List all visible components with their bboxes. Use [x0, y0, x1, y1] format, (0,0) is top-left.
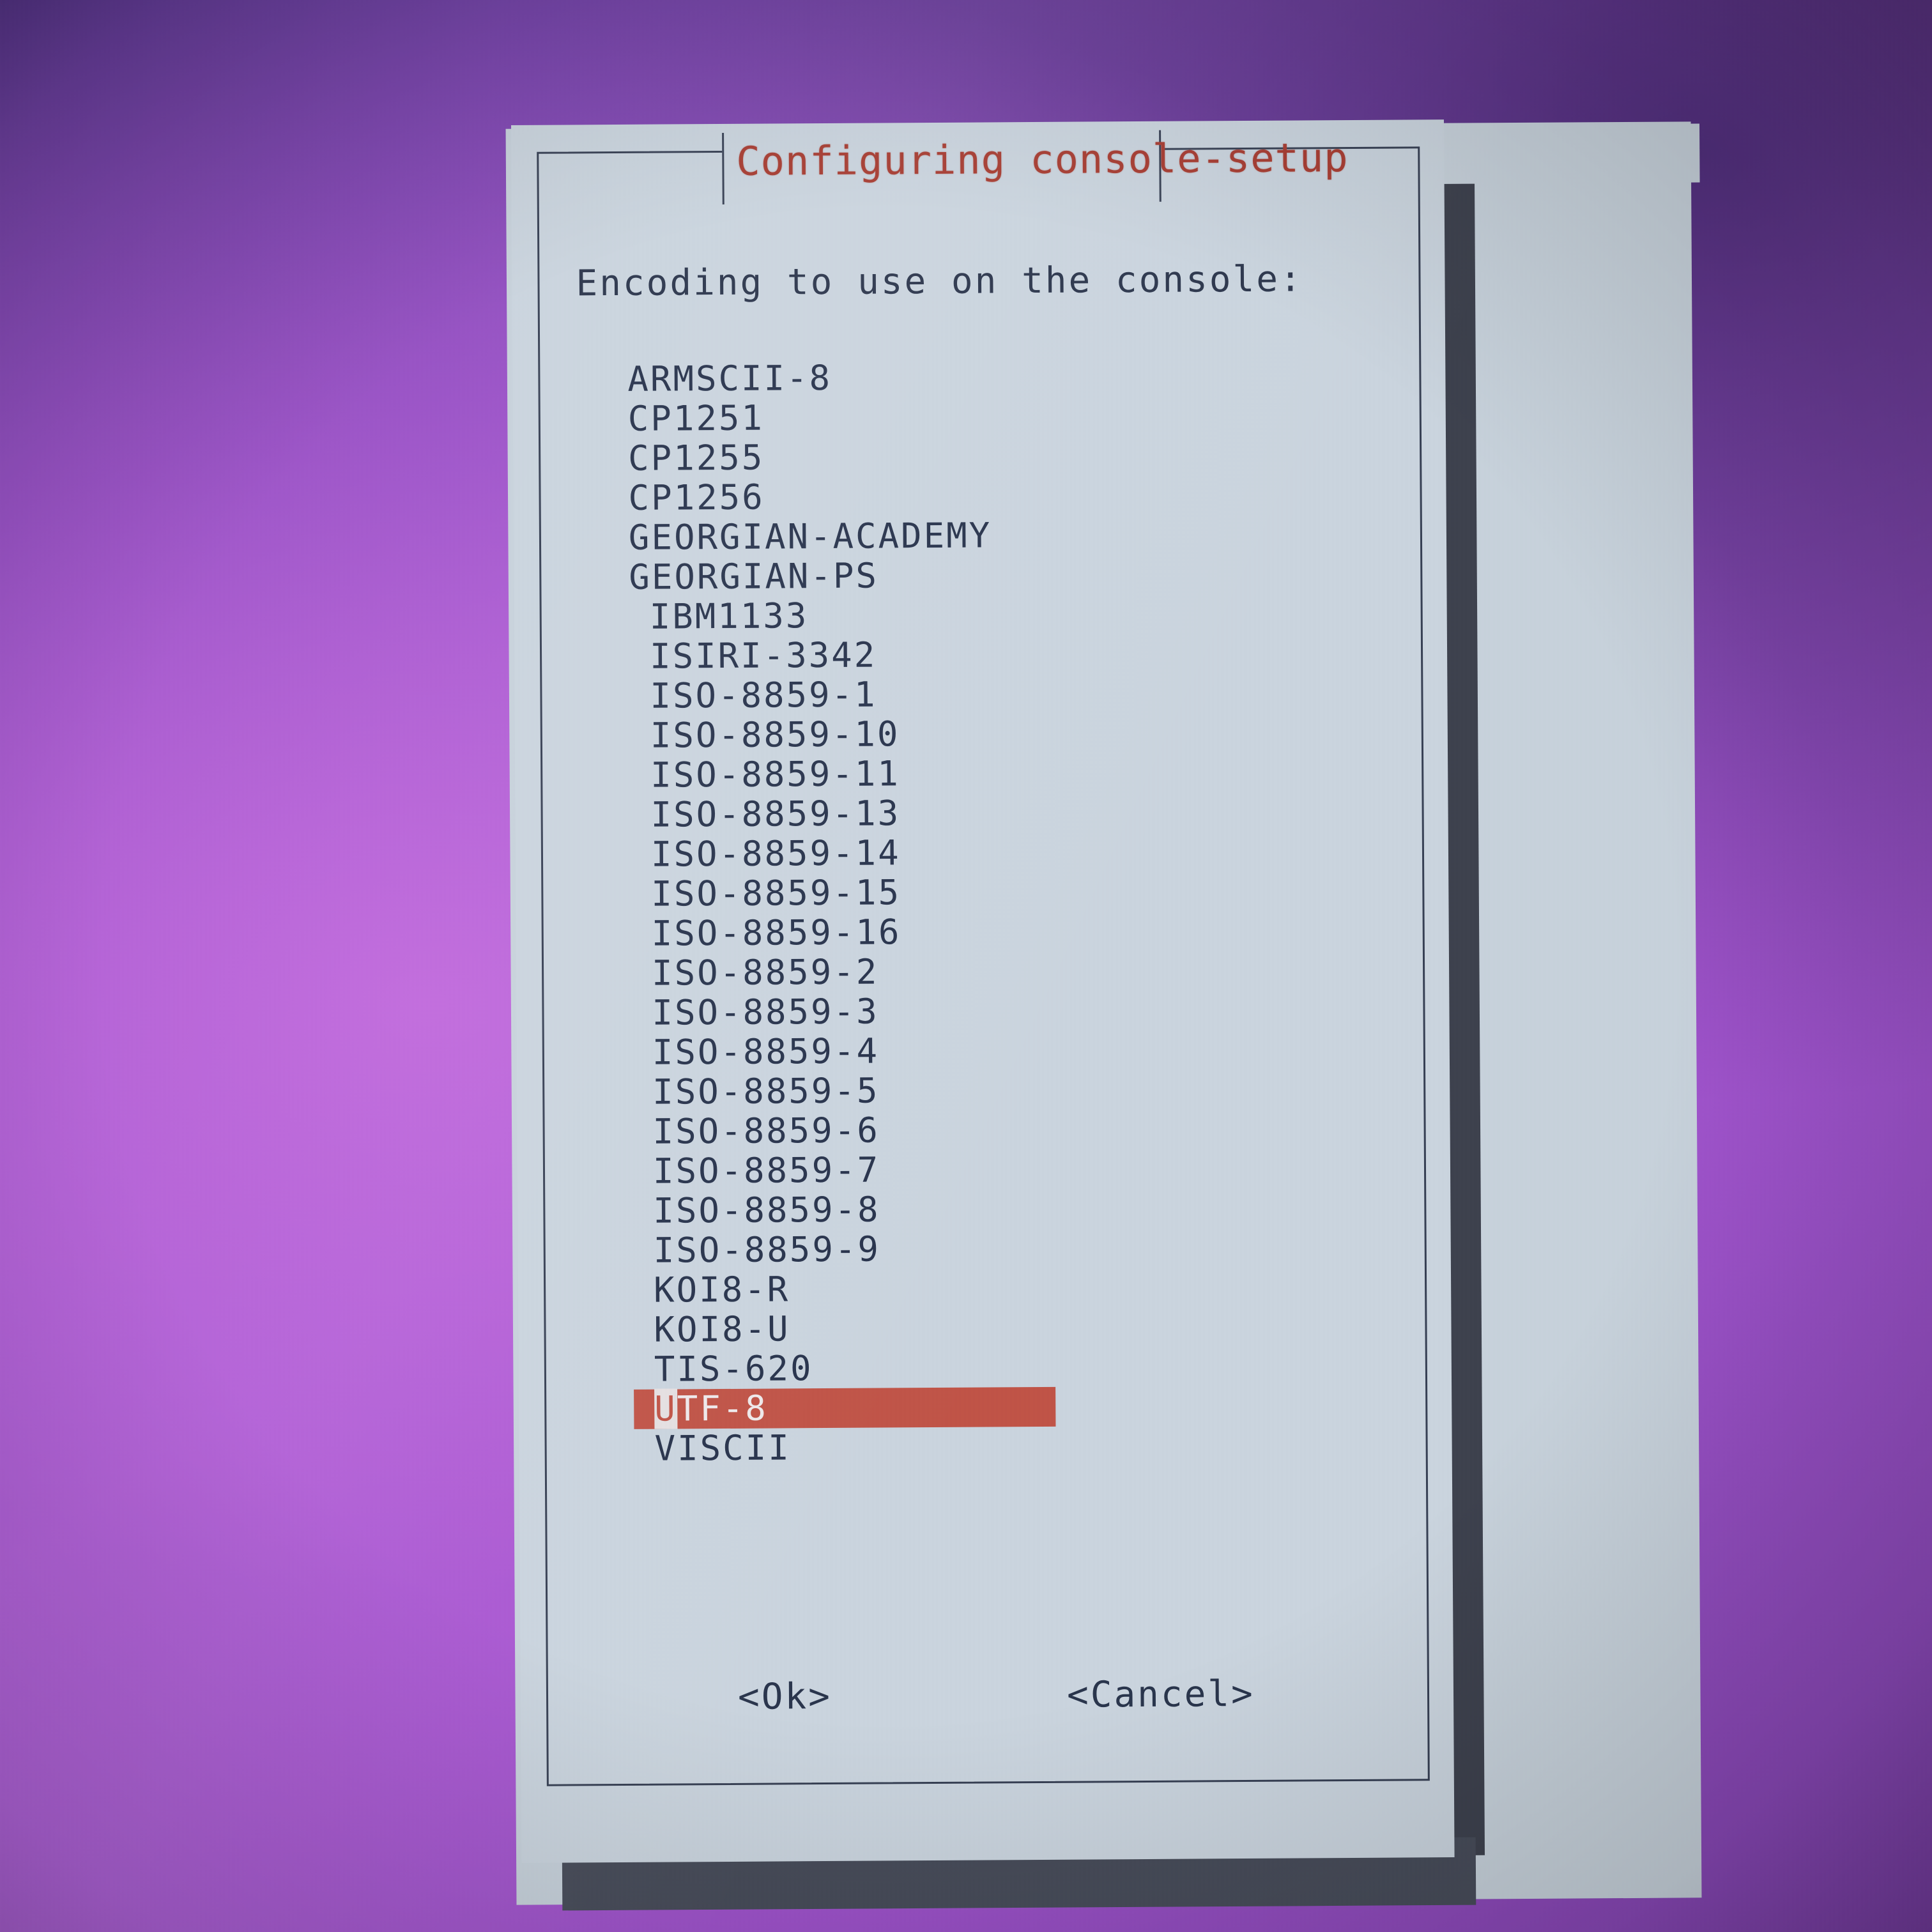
encoding-item[interactable]: ISO-8859-16 [631, 910, 1347, 954]
encoding-item[interactable]: GEORGIAN-ACADEMY [629, 514, 1344, 557]
encoding-item[interactable]: ISO-8859-6 [632, 1108, 1347, 1152]
encoding-item[interactable]: ISO-8859-13 [630, 791, 1346, 835]
encoding-item[interactable]: IBM1133 [629, 593, 1345, 637]
encoding-item-label: TF-8 [677, 1388, 769, 1429]
encoding-item[interactable]: CP1255 [628, 434, 1344, 479]
console-setup-dialog: Configuring console-setup Encoding to us… [511, 119, 1455, 1863]
encoding-item[interactable]: CP1256 [628, 474, 1344, 518]
encoding-item[interactable]: ISO-8859-5 [632, 1068, 1347, 1112]
encoding-item[interactable]: ARMSCII-8 [627, 355, 1343, 399]
encoding-item[interactable]: ISO-8859-8 [632, 1187, 1348, 1231]
encoding-item[interactable]: ISO-8859-14 [631, 831, 1346, 875]
encoding-item[interactable]: ISO-8859-2 [631, 949, 1347, 993]
encoding-item[interactable]: ISO-8859-9 [633, 1227, 1349, 1271]
encoding-item[interactable]: VISCII [634, 1425, 1349, 1469]
encoding-item[interactable]: GEORGIAN-PS [629, 553, 1344, 597]
encoding-item[interactable]: ISO-8859-7 [632, 1147, 1348, 1192]
encoding-item[interactable]: ISO-8859-11 [630, 751, 1346, 795]
ok-button[interactable]: <Ok> [738, 1676, 832, 1718]
encoding-item[interactable]: ISO-8859-10 [630, 712, 1346, 756]
encoding-item-selected[interactable]: UTF-8 [634, 1386, 1056, 1429]
cancel-button[interactable]: <Cancel> [1067, 1673, 1255, 1716]
encoding-list[interactable]: ARMSCII-8 CP1251 CP1255 CP1256 GEORGIAN-ACAD… [627, 355, 1350, 1469]
prompt-label: Encoding to use on the console: [576, 258, 1303, 305]
encoding-item[interactable]: ISO-8859-1 [629, 672, 1345, 716]
terminal-window-top-bar [1438, 123, 1700, 184]
encoding-item[interactable]: ISIRI-3342 [629, 632, 1345, 677]
text-cursor: U [654, 1388, 677, 1429]
encoding-item[interactable]: ISO-8859-15 [631, 870, 1346, 914]
encoding-item[interactable]: CP1251 [628, 395, 1344, 439]
encoding-item[interactable]: KOI8-U [633, 1306, 1349, 1350]
encoding-item[interactable]: KOI8-R [633, 1266, 1349, 1310]
dialog-title: Configuring console-setup [736, 134, 1349, 185]
encoding-item[interactable]: ISO-8859-3 [631, 989, 1347, 1033]
encoding-item[interactable]: TIS-620 [634, 1346, 1349, 1390]
encoding-item[interactable]: ISO-8859-4 [632, 1029, 1347, 1073]
